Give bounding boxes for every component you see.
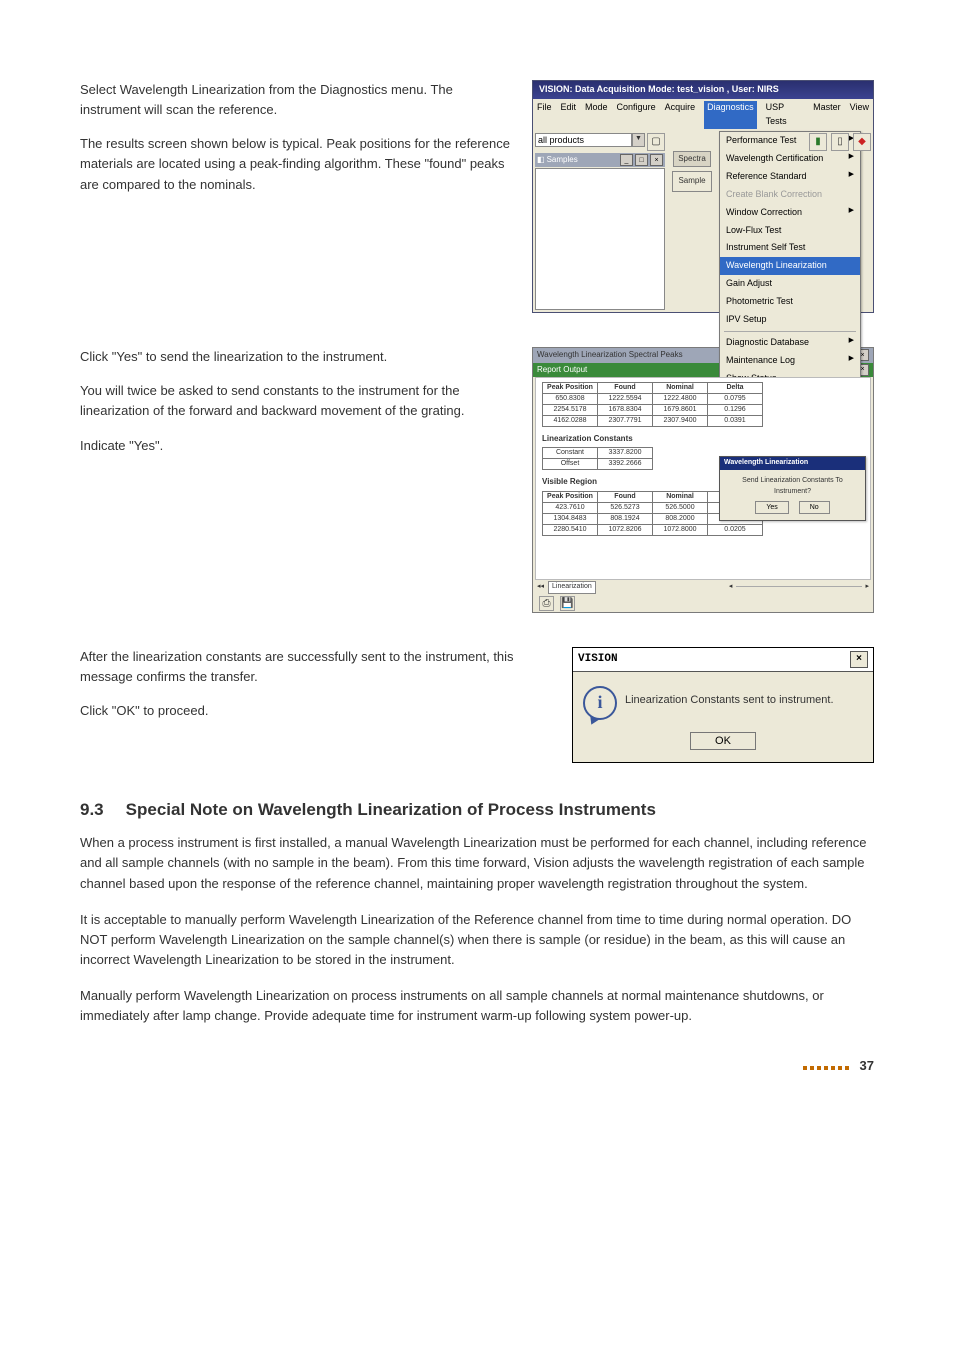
step3-p2: Click "OK" to proceed.	[80, 701, 552, 721]
close-icon[interactable]: ×	[650, 154, 663, 166]
minimize-icon[interactable]: _	[620, 154, 633, 166]
samples-pane-title: Samples	[547, 154, 618, 166]
body-para-2: It is acceptable to manually perform Wav…	[80, 910, 874, 970]
dropdown-item[interactable]: Window Correction▶	[720, 204, 860, 222]
menu-file[interactable]: File	[537, 101, 552, 129]
chevron-down-icon[interactable]: ▼	[632, 133, 645, 147]
menu-edit[interactable]: Edit	[561, 101, 577, 129]
toolbar-icon-3[interactable]: ◆	[853, 133, 871, 151]
dialog-message: Send Linearization Constants To Instrume…	[724, 476, 861, 498]
dialog-title: Wavelength Linearization	[720, 457, 865, 470]
step1-p2: The results screen shown below is typica…	[80, 134, 512, 194]
menu-configure[interactable]: Configure	[617, 101, 656, 129]
report-window-title: Wavelength Linearization Spectral Peaks	[537, 349, 683, 361]
screenshot-diagnostics-menu: VISION: Data Acquisition Mode: test_visi…	[532, 80, 874, 313]
dropdown-item[interactable]: Wavelength Linearization	[720, 257, 860, 275]
dropdown-item: Create Blank Correction	[720, 186, 860, 204]
new-icon[interactable]: ▢	[647, 133, 665, 151]
section-title: Special Note on Wavelength Linearization…	[126, 797, 656, 823]
tab-nav-left-icon[interactable]: ◂◂	[537, 582, 544, 593]
send-constants-dialog: Wavelength Linearization Send Linearizat…	[719, 456, 866, 521]
step2-p1: Click "Yes" to send the linearization to…	[80, 347, 512, 367]
dropdown-item[interactable]: Photometric Test	[720, 293, 860, 311]
sample-button[interactable]: Sample	[672, 171, 711, 191]
footer-dots-icon	[803, 1056, 852, 1076]
page-number: 37	[860, 1056, 874, 1076]
toolbar-icon-2[interactable]: ▯	[831, 133, 849, 151]
yes-button[interactable]: Yes	[755, 501, 788, 514]
menu-master[interactable]: Master	[813, 101, 841, 129]
scroll-right-icon[interactable]: ▸	[866, 582, 870, 593]
ok-button[interactable]: OK	[690, 732, 756, 750]
section-number: 9.3	[80, 797, 104, 823]
print-icon[interactable]: ⎙	[539, 596, 554, 611]
constants-label: Linearization Constants	[542, 433, 864, 445]
dropdown-item[interactable]: Wavelength Certification▶	[720, 150, 860, 168]
step2-p2: You will twice be asked to send constant…	[80, 381, 512, 421]
dialog-title: VISION	[578, 651, 618, 668]
step3-p1: After the linearization constants are su…	[80, 647, 552, 687]
screenshot-confirmation-dialog: VISION × i Linearization Constants sent …	[572, 647, 874, 763]
product-combo[interactable]	[535, 133, 632, 147]
toolbar-icon-1[interactable]: ▮	[809, 133, 827, 151]
dropdown-item[interactable]: Maintenance Log▶	[720, 352, 860, 370]
dropdown-item[interactable]: Low-Flux Test	[720, 222, 860, 240]
info-icon: i	[583, 686, 617, 720]
spectra-tab[interactable]: Spectra	[673, 151, 711, 167]
menu-mode[interactable]: Mode	[585, 101, 608, 129]
menu-view[interactable]: View	[850, 101, 869, 129]
menu-usp-tests[interactable]: USP Tests	[766, 101, 805, 129]
scroll-left-icon[interactable]: ◂	[729, 582, 733, 593]
samples-pane	[535, 168, 665, 310]
dropdown-item[interactable]: IPV Setup	[720, 311, 860, 329]
peaks-table: Peak PositionFoundNominalDelta650.830812…	[542, 382, 763, 427]
dropdown-item[interactable]: Gain Adjust	[720, 275, 860, 293]
section-heading: 9.3 Special Note on Wavelength Lineariza…	[80, 797, 874, 823]
page-footer: 37	[80, 1056, 874, 1076]
window-title: VISION: Data Acquisition Mode: test_visi…	[533, 81, 873, 99]
menu-acquire[interactable]: Acquire	[665, 101, 696, 129]
menubar: File Edit Mode Configure Acquire Diagnos…	[533, 99, 873, 131]
report-output-title: Report Output	[537, 364, 587, 376]
maximize-icon[interactable]: □	[635, 154, 648, 166]
constants-table: Constant3337.8200Offset3392.2666	[542, 447, 653, 470]
step2-p3: Indicate "Yes".	[80, 436, 512, 456]
dropdown-item[interactable]: Reference Standard▶	[720, 168, 860, 186]
dialog-message: Linearization Constants sent to instrume…	[625, 686, 834, 709]
body-para-3: Manually perform Wavelength Linearizatio…	[80, 986, 874, 1026]
close-icon[interactable]: ×	[850, 651, 868, 668]
no-button[interactable]: No	[799, 501, 830, 514]
step1-p1: Select Wavelength Linearization from the…	[80, 80, 512, 120]
save-icon[interactable]: 💾	[560, 596, 575, 611]
dropdown-item[interactable]: Diagnostic Database▶	[720, 334, 860, 352]
dropdown-item[interactable]: Instrument Self Test	[720, 239, 860, 257]
body-para-1: When a process instrument is first insta…	[80, 833, 874, 893]
linearization-tab[interactable]: Linearization	[548, 581, 596, 594]
screenshot-report-output: Wavelength Linearization Spectral Peaks …	[532, 347, 874, 613]
menu-diagnostics[interactable]: Diagnostics	[704, 101, 757, 129]
